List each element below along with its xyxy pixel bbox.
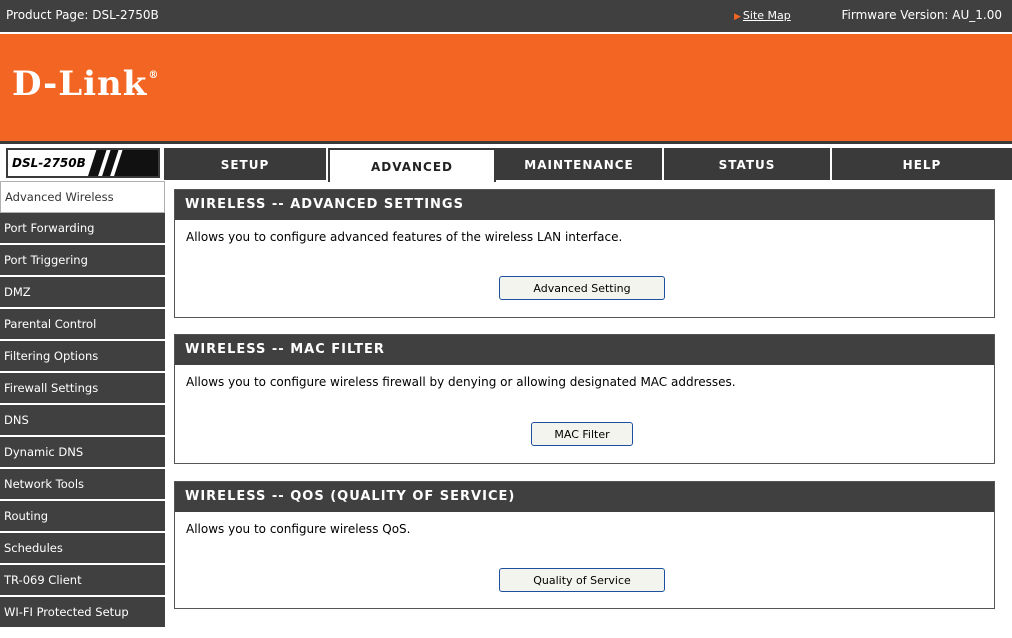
sidebar-item-routing[interactable]: Routing (0, 501, 165, 533)
sidebar-item-advanced-wireless[interactable]: Advanced Wireless (0, 181, 165, 213)
mac-filter-button[interactable]: MAC Filter (531, 422, 633, 446)
top-bar: Product Page: DSL-2750B ▶ Site Map Firmwa… (0, 0, 1012, 34)
sidebar-item-firewall-settings[interactable]: Firewall Settings (0, 373, 165, 405)
section-description: Allows you to configure advanced feature… (186, 230, 623, 244)
model-badge: DSL-2750B (6, 148, 160, 178)
section-description: Allows you to configure wireless QoS. (186, 522, 411, 536)
sidebar-item-tr069-client[interactable]: TR-069 Client (0, 565, 165, 597)
slashes-decoration-icon (88, 150, 158, 176)
sidebar-item-dns[interactable]: DNS (0, 405, 165, 437)
tab-help[interactable]: HELP (832, 148, 1012, 180)
quality-of-service-button[interactable]: Quality of Service (499, 568, 665, 592)
section-title: WIRELESS -- ADVANCED SETTINGS (175, 190, 994, 220)
tab-setup[interactable]: SETUP (164, 148, 328, 180)
section-mac-filter: WIRELESS -- MAC FILTER Allows you to con… (174, 334, 995, 464)
section-advanced-settings: WIRELESS -- ADVANCED SETTINGS Allows you… (174, 189, 995, 318)
sidebar-item-port-forwarding[interactable]: Port Forwarding (0, 213, 165, 245)
sidebar-item-schedules[interactable]: Schedules (0, 533, 165, 565)
registered-mark-icon: ® (148, 70, 160, 81)
sidebar-item-filtering-options[interactable]: Filtering Options (0, 341, 165, 373)
arrow-right-icon: ▶ (734, 12, 741, 22)
firmware-version: Firmware Version: AU_1.00 (841, 8, 1002, 22)
sidebar-nav: Advanced Wireless Port Forwarding Port T… (0, 181, 165, 629)
model-label: DSL-2750B (12, 156, 86, 170)
advanced-setting-button[interactable]: Advanced Setting (499, 276, 665, 300)
brand-banner: D-Link® (0, 34, 1012, 144)
section-description: Allows you to configure wireless firewal… (186, 375, 736, 389)
sidebar-item-port-triggering[interactable]: Port Triggering (0, 245, 165, 277)
sidebar-item-dmz[interactable]: DMZ (0, 277, 165, 309)
site-map-link[interactable]: Site Map (743, 9, 791, 22)
tab-status[interactable]: STATUS (664, 148, 832, 180)
product-page-label: Product Page: DSL-2750B (6, 8, 159, 22)
site-map-link-wrap: ▶ Site Map (734, 8, 791, 22)
tab-advanced[interactable]: ADVANCED (328, 148, 496, 182)
section-qos: WIRELESS -- QOS (QUALITY OF SERVICE) All… (174, 481, 995, 609)
main-tabs: SETUP ADVANCED MAINTENANCE STATUS HELP (164, 148, 1012, 182)
sidebar-item-parental-control[interactable]: Parental Control (0, 309, 165, 341)
dlink-logo: D-Link® (12, 64, 160, 104)
sidebar-item-dynamic-dns[interactable]: Dynamic DNS (0, 437, 165, 469)
sidebar-item-wifi-protected-setup[interactable]: WI-FI Protected Setup (0, 597, 165, 629)
section-title: WIRELESS -- QOS (QUALITY OF SERVICE) (175, 482, 994, 512)
tab-maintenance[interactable]: MAINTENANCE (496, 148, 664, 180)
sidebar-item-network-tools[interactable]: Network Tools (0, 469, 165, 501)
section-title: WIRELESS -- MAC FILTER (175, 335, 994, 365)
